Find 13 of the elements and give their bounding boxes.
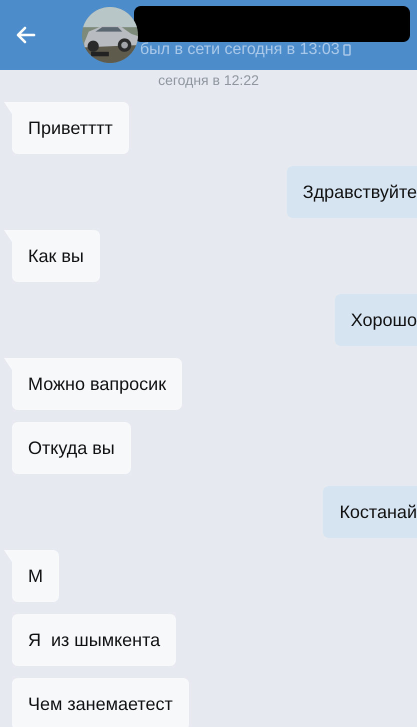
message-bubble[interactable]: Хорошо [334, 294, 417, 346]
last-seen-status: был в сети сегодня в 13:03 [140, 40, 340, 60]
message-bubble[interactable]: Можно вапросик [12, 358, 182, 410]
phone-icon [342, 44, 351, 56]
message-bubble[interactable]: Здравствуйте [286, 166, 417, 218]
message-bubble[interactable]: Костанай [323, 486, 417, 538]
date-label: сегодня в 12:22 [157, 71, 260, 90]
message-bubble[interactable]: М [12, 550, 59, 602]
message-bubble[interactable]: Как вы [12, 230, 100, 282]
message-bubble[interactable]: Чем занемаетест [12, 678, 189, 727]
message-bubble[interactable]: Откуда вы [12, 422, 131, 474]
message-bubble[interactable]: Приветттт [12, 102, 129, 154]
message-bubble[interactable]: Я из шымкента [12, 614, 176, 666]
